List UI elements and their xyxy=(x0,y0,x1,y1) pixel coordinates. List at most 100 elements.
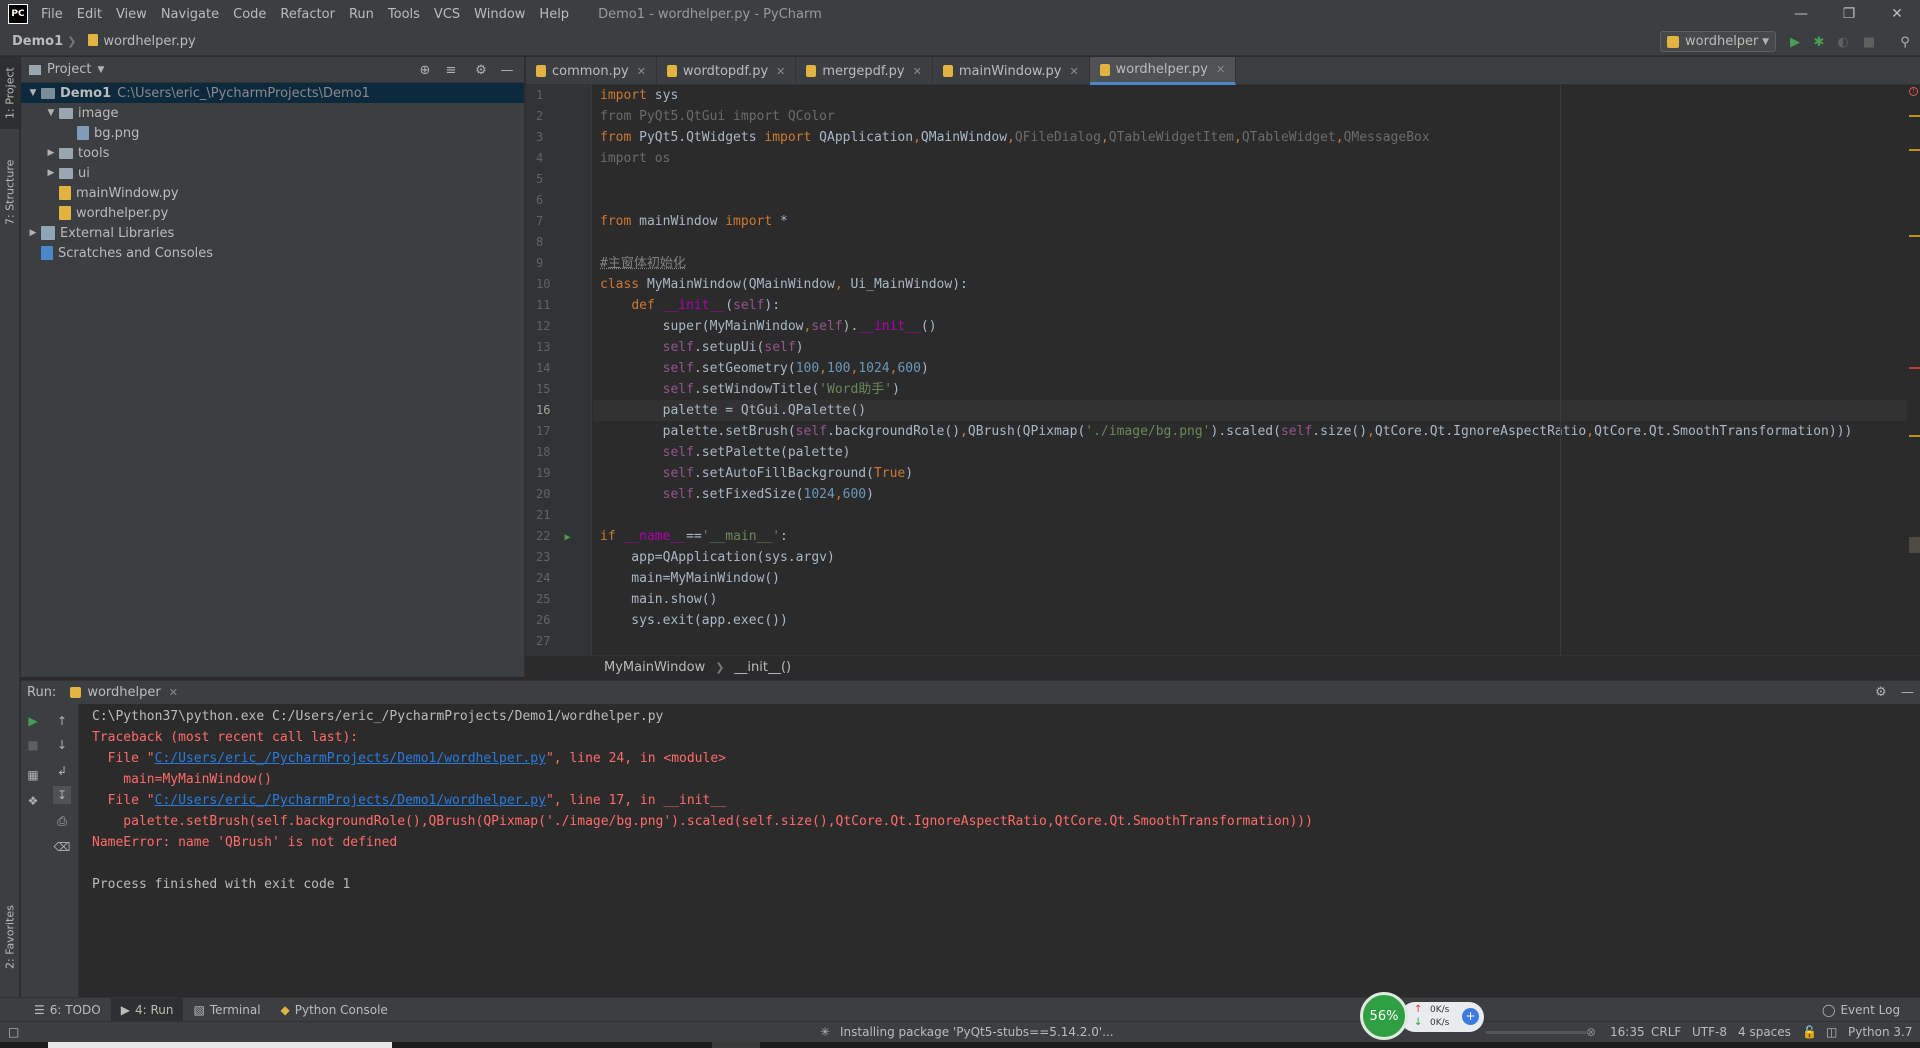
tree-item[interactable]: ▶ tools xyxy=(21,143,524,163)
code-line[interactable]: import os xyxy=(593,148,1907,169)
editor-scrollbar[interactable]: ! xyxy=(1907,85,1920,655)
code-line[interactable]: self.setGeometry(100,100,1024,600) xyxy=(593,358,1907,379)
code-line[interactable]: if __name__=='__main__': xyxy=(593,526,1907,547)
file-encoding[interactable]: UTF-8 xyxy=(1692,1025,1727,1039)
stop-icon[interactable]: ■ xyxy=(1860,33,1878,51)
tree-item[interactable]: mainWindow.py xyxy=(21,183,524,203)
code-line[interactable]: from PyQt5.QtWidgets import QApplication… xyxy=(593,127,1907,148)
scroll-to-end-icon[interactable]: ↧ xyxy=(53,786,71,804)
code-line[interactable] xyxy=(593,169,1907,190)
toggle-toolwindows-icon[interactable]: □ xyxy=(8,1025,19,1039)
code-line[interactable] xyxy=(593,631,1907,652)
coverage-icon[interactable]: ◐ xyxy=(1834,33,1852,51)
stop-icon[interactable]: ■ xyxy=(24,736,42,754)
event-log-button[interactable]: ◯ Event Log xyxy=(1812,998,1910,1022)
code-line[interactable] xyxy=(593,232,1907,253)
code-line[interactable]: sys.exit(app.exec()) xyxy=(593,610,1907,631)
menu-help[interactable]: Help xyxy=(532,7,576,22)
up-arrow-icon[interactable]: ↑ xyxy=(53,712,71,730)
project-panel-title[interactable]: Project xyxy=(47,62,91,77)
code-line[interactable]: class MyMainWindow(QMainWindow, Ui_MainW… xyxy=(593,274,1907,295)
breadcrumb-method[interactable]: __init__() xyxy=(734,660,791,675)
down-arrow-icon[interactable]: ↓ xyxy=(53,736,71,754)
code-editor[interactable]: import sys from PyQt5.QtGui import QColor… xyxy=(593,85,1907,655)
editor-tab[interactable]: wordhelper.py ✕ xyxy=(1089,57,1237,85)
menu-file[interactable]: File xyxy=(34,7,70,22)
line-separator[interactable]: CRLF xyxy=(1651,1025,1681,1039)
tree-item[interactable]: bg.png xyxy=(21,123,524,143)
code-line[interactable]: import sys xyxy=(593,85,1907,106)
print-icon[interactable]: ⎙ xyxy=(53,812,71,830)
restore-icon[interactable]: ❐ xyxy=(1826,0,1872,28)
debug-icon[interactable]: ✱ xyxy=(1810,33,1828,51)
gear-icon[interactable]: ⚙ xyxy=(473,62,489,78)
tab-project[interactable]: 1: Project xyxy=(0,57,20,129)
menu-run[interactable]: Run xyxy=(342,7,381,22)
code-line[interactable]: main.show() xyxy=(593,589,1907,610)
tree-item[interactable]: Scratches and Consoles xyxy=(21,243,524,263)
close-tab-icon[interactable]: ✕ xyxy=(1216,63,1225,76)
code-line[interactable]: app=QApplication(sys.argv) xyxy=(593,547,1907,568)
search-everywhere-icon[interactable]: ⚲ xyxy=(1896,33,1914,51)
run-button[interactable]: ▶ 4: Run xyxy=(110,997,184,1022)
menu-edit[interactable]: Edit xyxy=(70,7,109,22)
todo-button[interactable]: ☰ 6: TODO xyxy=(24,998,111,1022)
chevron-down-icon[interactable]: ▼ xyxy=(97,65,104,75)
run-icon[interactable]: ▶ xyxy=(1786,33,1804,51)
menu-navigate[interactable]: Navigate xyxy=(154,7,226,22)
tree-item[interactable]: ▼ image xyxy=(21,103,524,123)
close-tab-icon[interactable]: ✕ xyxy=(1069,65,1078,78)
code-line[interactable]: main=MyMainWindow() xyxy=(593,568,1907,589)
code-line[interactable]: self.setPalette(palette) xyxy=(593,442,1907,463)
chevron-right-icon[interactable]: ▶ xyxy=(43,168,59,178)
run-tab[interactable]: wordhelper ✕ xyxy=(70,685,178,700)
close-tab-icon[interactable]: ✕ xyxy=(637,65,646,78)
code-line[interactable]: from PyQt5.QtGui import QColor xyxy=(593,106,1907,127)
python-interpreter[interactable]: Python 3.7 xyxy=(1848,1025,1913,1039)
collapse-all-icon[interactable]: ≡ xyxy=(443,62,459,78)
tree-item[interactable]: ▼ Demo1 C:\Users\eric_\PycharmProjects\Dem… xyxy=(21,83,524,103)
menu-window[interactable]: Window xyxy=(467,7,532,22)
chevron-right-icon[interactable]: ▶ xyxy=(25,228,41,238)
network-speed-widget[interactable]: ↑ 0K/s ↓ 0K/s + 56% xyxy=(1360,992,1486,1040)
traceback-file-link[interactable]: C:/Users/eric_/PycharmProjects/Demo1/wor… xyxy=(155,793,546,808)
lock-icon[interactable]: 🔓 xyxy=(1802,1025,1817,1039)
trash-icon[interactable]: ⌫ xyxy=(53,838,71,856)
code-line[interactable]: self.setWindowTitle('Word助手') xyxy=(593,379,1907,400)
pin-icon[interactable]: ❖ xyxy=(24,792,42,810)
editor-tab[interactable]: common.py ✕ xyxy=(526,57,657,85)
scroll-thumb[interactable] xyxy=(1909,537,1920,553)
code-line[interactable]: from mainWindow import * xyxy=(593,211,1907,232)
code-line[interactable]: super(MyMainWindow,self).__init__() xyxy=(593,316,1907,337)
hide-panel-icon[interactable]: — xyxy=(499,62,515,78)
background-task[interactable]: Installing package 'PyQt5-stubs==5.14.2.… xyxy=(840,1025,1114,1039)
code-line[interactable]: #主窗体初始化 xyxy=(593,253,1907,274)
code-line[interactable]: self.setFixedSize(1024,600) xyxy=(593,484,1907,505)
editor-tab[interactable]: mergepdf.py ✕ xyxy=(796,57,933,85)
layout-icon[interactable]: ▦ xyxy=(24,766,42,784)
code-line[interactable]: palette.setBrush(self.backgroundRole(),Q… xyxy=(593,421,1907,442)
breadcrumb-file[interactable]: wordhelper.py xyxy=(76,34,199,49)
code-line[interactable]: self.setupUi(self) xyxy=(593,337,1907,358)
menu-code[interactable]: Code xyxy=(226,7,273,22)
close-window-icon[interactable]: ✕ xyxy=(1874,0,1920,28)
code-line[interactable] xyxy=(593,505,1907,526)
tree-item[interactable]: ▶ ui xyxy=(21,163,524,183)
soft-wrap-icon[interactable]: ↲ xyxy=(53,762,71,780)
chevron-down-icon[interactable]: ▼ xyxy=(25,88,41,98)
tab-structure[interactable]: 7: Structure xyxy=(0,147,20,237)
tree-item[interactable]: wordhelper.py xyxy=(21,203,524,223)
close-tab-icon[interactable]: ✕ xyxy=(776,65,785,78)
gear-icon[interactable]: ⚙ xyxy=(1875,685,1887,700)
code-line[interactable] xyxy=(593,190,1907,211)
breadcrumb-project[interactable]: Demo1 xyxy=(0,34,67,49)
tab-favorites[interactable]: 2: Favorites xyxy=(0,897,20,977)
run-gutter-icon[interactable]: ▶ xyxy=(564,532,570,543)
editor-tab[interactable]: mainWindow.py ✕ xyxy=(933,57,1090,85)
code-line[interactable]: self.setAutoFillBackground(True) xyxy=(593,463,1907,484)
locate-icon[interactable]: ⊕ xyxy=(417,62,433,78)
menu-view[interactable]: View xyxy=(109,7,154,22)
run-console[interactable]: C:\Python37\python.exe C:/Users/eric_/Py… xyxy=(80,704,1920,997)
menu-tools[interactable]: Tools xyxy=(381,7,427,22)
breadcrumb-class[interactable]: MyMainWindow xyxy=(604,660,705,675)
